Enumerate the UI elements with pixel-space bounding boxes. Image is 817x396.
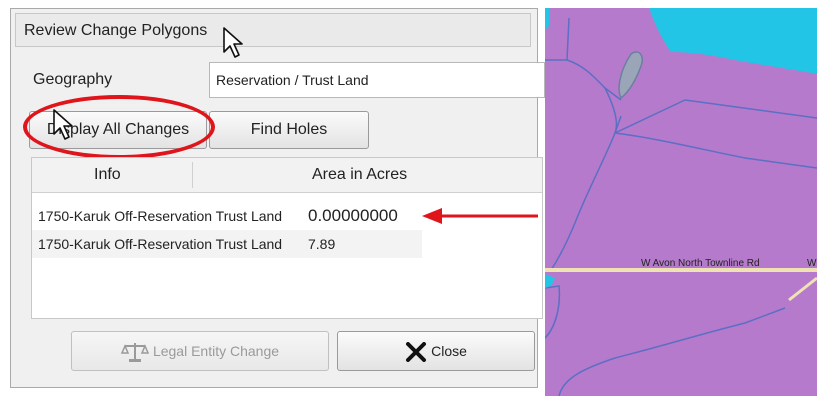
map-view[interactable]: W Avon North Townline Rd W	[545, 8, 817, 396]
title-bar: Review Change Polygons	[15, 13, 531, 47]
table-header: Info Area in Acres	[32, 158, 542, 193]
red-arrow-annotation	[422, 208, 538, 224]
road-label: W Avon North Townline Rd	[641, 258, 760, 269]
geography-label: Geography	[33, 71, 113, 88]
mouse-pointer-icon	[53, 109, 73, 140]
changes-table: Info Area in Acres 1750-Karuk Off-Reserv…	[31, 157, 543, 319]
close-button[interactable]: Close	[337, 331, 535, 371]
legal-entity-change-button[interactable]: Legal Entity Change	[71, 331, 329, 371]
mouse-pointer-icon	[223, 27, 243, 58]
table-row[interactable]: 1750-Karuk Off-Reservation Trust Land 0.…	[32, 202, 422, 230]
legal-entity-change-label: Legal Entity Change	[152, 343, 280, 359]
review-change-polygons-dialog: Review Change Polygons Geography Reserva…	[10, 8, 545, 388]
column-divider	[192, 162, 193, 188]
road-label-cut: W	[807, 258, 817, 269]
dialog-title: Review Change Polygons	[24, 22, 208, 39]
geography-select[interactable]: Reservation / Trust Land	[209, 62, 545, 98]
column-header-info[interactable]: Info	[94, 166, 121, 184]
column-header-area[interactable]: Area in Acres	[312, 166, 407, 184]
close-x-icon	[406, 342, 427, 363]
cell-info: 1750-Karuk Off-Reservation Trust Land	[38, 208, 283, 224]
find-holes-button[interactable]: Find Holes	[209, 111, 369, 149]
table-row[interactable]: 1750-Karuk Off-Reservation Trust Land 7.…	[32, 230, 422, 258]
cell-area: 0.00000000	[308, 206, 398, 225]
scales-icon	[120, 343, 149, 363]
cell-area: 7.89	[308, 236, 336, 252]
cell-info: 1750-Karuk Off-Reservation Trust Land	[38, 236, 283, 252]
close-label: Close	[431, 343, 467, 359]
